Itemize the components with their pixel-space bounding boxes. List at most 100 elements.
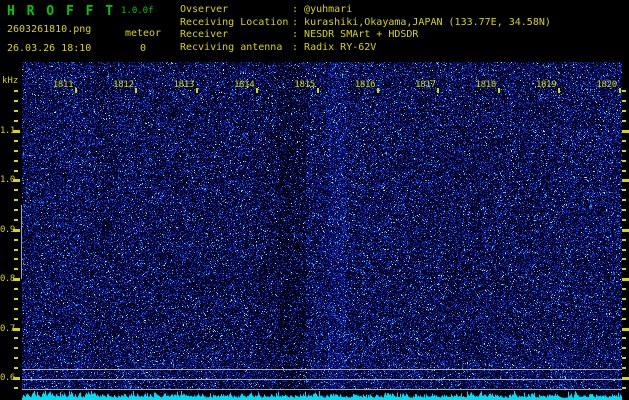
- freq-tick-minor: [14, 218, 18, 221]
- freq-tick-minor: [14, 100, 18, 103]
- time-tick: [75, 88, 77, 93]
- freq-tick-minor: [14, 209, 18, 212]
- freq-unit-label: kHz: [2, 76, 19, 86]
- output-filename: 2603261810.png: [7, 24, 92, 35]
- time-tick-label: 1818: [475, 80, 497, 90]
- freq-tick-minor: [14, 110, 18, 113]
- right-freq-tick-minor: [622, 248, 626, 251]
- station-info-separator: :: [292, 29, 305, 41]
- right-freq-tick-minor: [622, 139, 626, 142]
- right-freq-tick-minor: [622, 297, 626, 300]
- right-freq-tick-minor: [622, 386, 626, 389]
- freq-tick-minor: [14, 169, 18, 172]
- station-info-value: NESDR SMArt + HDSDR: [304, 29, 419, 41]
- observation-mode-label: meteor: [124, 28, 162, 39]
- freq-tick-minor: [14, 307, 18, 310]
- time-tick-label: 1813: [173, 80, 195, 90]
- right-freq-tick-minor: [622, 367, 626, 370]
- right-freq-tick-major: [622, 278, 629, 282]
- time-tick: [135, 88, 138, 93]
- time-tick-label: 1819: [535, 80, 557, 90]
- right-freq-tick-minor: [622, 218, 626, 221]
- right-freq-tick-minor: [622, 258, 626, 261]
- freq-tick-label: 1.1: [0, 126, 15, 136]
- freq-tick-label: 0.8: [0, 274, 15, 285]
- freq-tick-major: [13, 377, 20, 380]
- time-tick-label: 1816: [354, 80, 376, 90]
- freq-tick-label: 0.6: [0, 373, 15, 383]
- freq-tick-minor: [14, 189, 18, 192]
- station-info-row: Ovserver: @yuhmari: [180, 4, 551, 17]
- station-info-row: Receiving Location: kurashiki,Okayama,JA…: [180, 17, 551, 30]
- station-info-label: Recviving antenna: [180, 41, 283, 53]
- freq-tick-major: [13, 130, 20, 133]
- freq-tick-major: [13, 327, 20, 331]
- time-tick-label: 1814: [233, 80, 255, 90]
- signal-level-meter: [22, 390, 622, 400]
- app-version: 1.0.0f: [121, 6, 154, 16]
- right-freq-tick-minor: [622, 337, 626, 340]
- freq-tick-major: [13, 179, 20, 183]
- hrofft-window: H R O F F T 1.0.0f 2603261810.png meteor…: [0, 0, 629, 400]
- freq-tick-label: 0.9: [0, 224, 15, 235]
- freq-tick-minor: [14, 347, 18, 350]
- station-info-label: Ovserver: [180, 4, 229, 15]
- time-tick: [316, 88, 319, 93]
- reference-line: [22, 369, 622, 370]
- time-tick-label: 1812: [113, 80, 134, 90]
- station-info-separator: :: [292, 16, 305, 28]
- station-info-label: Receiver: [180, 29, 229, 41]
- freq-tick-label: 1.0: [0, 175, 15, 186]
- time-tick: [437, 88, 440, 93]
- right-freq-tick-minor: [622, 90, 626, 93]
- app-title: H R O F F T: [7, 4, 116, 19]
- time-tick: [497, 88, 500, 93]
- station-info-value: @yuhmari: [304, 4, 353, 15]
- right-freq-tick-minor: [622, 189, 626, 192]
- calibration-marker: [21, 205, 22, 280]
- time-tick-label: 1820: [596, 80, 617, 90]
- time-tick: [558, 88, 561, 93]
- freq-tick-minor: [14, 199, 18, 202]
- right-freq-tick-minor: [622, 347, 626, 350]
- station-info-row: Receiver: NESDR SMArt + HDSDR: [180, 29, 551, 42]
- right-freq-tick-major: [622, 179, 629, 183]
- right-freq-tick-minor: [622, 357, 626, 360]
- station-info-separator: :: [292, 4, 305, 15]
- freq-tick-minor: [14, 149, 18, 152]
- station-info-value: kurashiki,Okayama,JAPAN (133.77E, 34.58N…: [304, 16, 551, 28]
- right-freq-tick-minor: [622, 100, 626, 103]
- right-freq-tick-minor: [622, 288, 626, 291]
- right-freq-tick-minor: [622, 120, 626, 123]
- right-freq-tick-major: [622, 377, 629, 380]
- right-freq-tick-minor: [622, 317, 626, 320]
- right-freq-tick-major: [622, 228, 629, 232]
- freq-tick-minor: [14, 288, 18, 291]
- time-tick: [377, 88, 379, 93]
- freq-tick-minor: [14, 357, 18, 360]
- freq-tick-minor: [14, 159, 18, 162]
- right-freq-tick-minor: [622, 209, 626, 212]
- time-tick: [256, 88, 259, 93]
- freq-tick-minor: [14, 337, 18, 340]
- freq-tick-minor: [14, 248, 18, 251]
- freq-tick-major: [13, 278, 20, 282]
- right-freq-tick-major: [622, 130, 629, 133]
- station-info: Ovserver: @yuhmari Receiving Location: ku…: [180, 4, 551, 54]
- right-freq-tick-minor: [622, 110, 626, 113]
- time-tick-label: 1815: [294, 80, 315, 90]
- freq-tick-minor: [14, 317, 18, 320]
- right-freq-tick-major: [622, 327, 629, 331]
- reference-line: [22, 379, 622, 380]
- freq-tick-minor: [14, 258, 18, 261]
- freq-tick-minor: [14, 386, 18, 389]
- time-tick: [195, 88, 198, 93]
- freq-tick-label: 0.7: [0, 323, 15, 334]
- right-freq-tick-minor: [622, 169, 626, 172]
- observation-datetime: 26.03.26 18:10: [7, 43, 92, 54]
- time-tick: [618, 88, 621, 93]
- station-info-row: Recviving antenna: Radix RY-62V: [180, 42, 551, 55]
- station-info-separator: :: [292, 41, 305, 53]
- station-info-value: Radix RY-62V: [304, 41, 377, 53]
- meteor-count: 0: [139, 43, 147, 54]
